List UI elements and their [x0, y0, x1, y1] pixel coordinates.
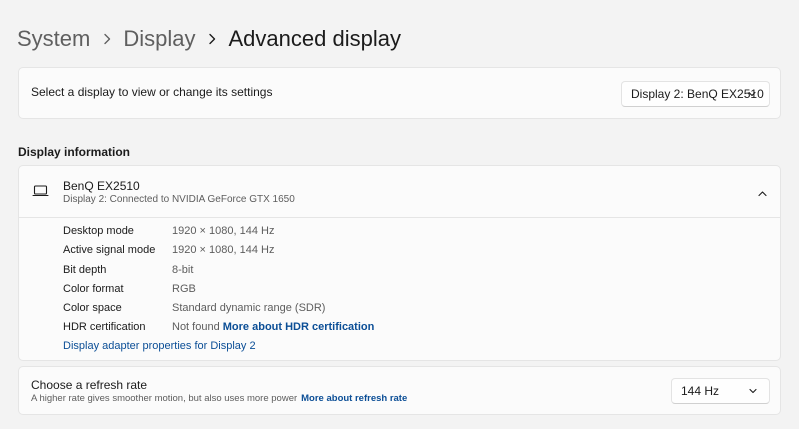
refresh-rate-value: 144 Hz — [681, 384, 720, 398]
info-label: Bit depth — [63, 263, 107, 276]
refresh-rate-title: Choose a refresh rate — [31, 378, 148, 392]
info-value: Standard dynamic range (SDR) — [172, 302, 326, 315]
select-display-label: Select a display to view or change its s… — [31, 85, 273, 99]
info-value: Not found — [172, 321, 220, 334]
display-adapter-properties-link[interactable]: Display adapter properties for Display 2 — [63, 340, 256, 352]
info-row-color-format: Color format RGB — [63, 280, 763, 299]
refresh-rate-link[interactable]: More about refresh rate — [301, 393, 407, 404]
refresh-rate-subtitle: A higher rate gives smoother motion, but… — [31, 393, 298, 404]
info-row-bit-depth: Bit depth 8-bit — [63, 261, 763, 280]
info-label: Color format — [63, 282, 124, 295]
refresh-rate-description: A higher rate gives smoother motion, but… — [31, 393, 407, 404]
refresh-rate-card: Choose a refresh rate A higher rate give… — [18, 366, 781, 415]
monitor-icon — [32, 184, 49, 199]
chevron-up-icon[interactable] — [757, 186, 768, 197]
select-display-card: Select a display to view or change its s… — [18, 67, 781, 119]
hdr-certification-link[interactable]: More about HDR certification — [223, 321, 375, 333]
info-value-group: Not found More about HDR certification — [172, 318, 374, 337]
info-value: 1920 × 1080, 144 Hz — [172, 244, 275, 257]
chevron-down-icon — [748, 386, 758, 396]
display-connection: Display 2: Connected to NVIDIA GeForce G… — [63, 194, 295, 205]
chevron-right-icon — [196, 22, 229, 56]
display-name: BenQ EX2510 — [63, 179, 140, 193]
info-value: RGB — [172, 282, 196, 295]
breadcrumb-system[interactable]: System — [17, 26, 90, 52]
info-label: HDR certification — [63, 321, 146, 334]
info-row-active-signal-mode: Active signal mode 1920 × 1080, 144 Hz — [63, 241, 763, 260]
page-title: Advanced display — [228, 26, 401, 51]
info-row-color-space: Color space Standard dynamic range (SDR) — [63, 299, 763, 318]
info-value: 8-bit — [172, 263, 194, 276]
breadcrumb: System Display Advanced display — [17, 22, 401, 56]
info-label: Active signal mode — [63, 244, 156, 257]
chevron-down-icon — [747, 89, 757, 99]
info-row-desktop-mode: Desktop mode 1920 × 1080, 144 Hz — [63, 222, 763, 241]
chevron-right-icon — [90, 22, 123, 56]
breadcrumb-display[interactable]: Display — [123, 26, 195, 52]
display-info-list: Desktop mode 1920 × 1080, 144 Hz Active … — [63, 222, 763, 338]
display-select-value: Display 2: BenQ EX2510 — [631, 87, 764, 101]
display-information-heading: Display information — [18, 145, 131, 159]
display-select-dropdown[interactable]: Display 2: BenQ EX2510 — [621, 81, 770, 107]
display-information-card: BenQ EX2510 Display 2: Connected to NVID… — [18, 165, 781, 361]
info-label: Color space — [63, 302, 122, 315]
display-information-header[interactable]: BenQ EX2510 Display 2: Connected to NVID… — [19, 166, 780, 218]
refresh-rate-dropdown[interactable]: 144 Hz — [671, 378, 770, 404]
info-row-hdr-certification: HDR certification Not found More about H… — [63, 318, 763, 337]
info-label: Desktop mode — [63, 225, 134, 237]
info-value: 1920 × 1080, 144 Hz — [172, 225, 275, 237]
